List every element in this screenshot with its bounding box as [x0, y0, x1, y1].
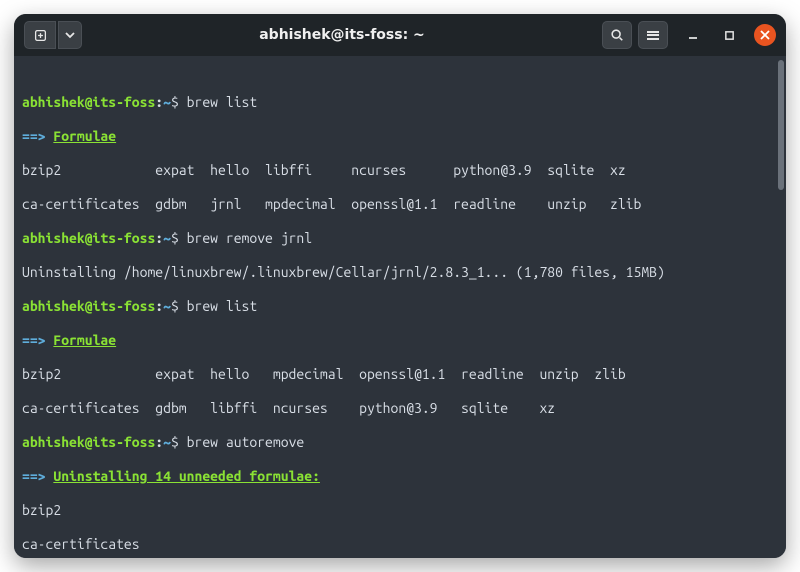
minimize-icon [687, 29, 699, 41]
unneeded-item: bzip2 [22, 502, 778, 519]
window-controls [682, 24, 776, 46]
prompt-line: abhishek@its-foss:~$ brew autoremove [22, 434, 778, 451]
menu-button[interactable] [638, 21, 668, 49]
search-icon [610, 28, 624, 42]
formula-list-row: bzip2 expat hello mpdecimal openssl@1.1 … [22, 366, 778, 383]
command-text: brew remove jrnl [187, 230, 312, 246]
new-tab-button[interactable] [24, 21, 56, 49]
section-heading: ==> Formulae [22, 128, 778, 145]
titlebar-right-controls [602, 21, 776, 49]
formula-list-row: bzip2 expat hello libffi ncurses python@… [22, 162, 778, 179]
scrollbar[interactable] [778, 60, 784, 190]
formula-list-row: ca-certificates gdbm libffi ncurses pyth… [22, 400, 778, 417]
output-line: Uninstalling /home/linuxbrew/.linuxbrew/… [22, 264, 778, 281]
command-text: brew list [187, 94, 258, 110]
prompt-line: abhishek@its-foss:~$ brew list [22, 94, 778, 111]
prompt-line: abhishek@its-foss:~$ brew list [22, 298, 778, 315]
window-title: abhishek@its-foss: ~ [90, 27, 594, 43]
tab-menu-dropdown[interactable] [58, 21, 82, 49]
search-button[interactable] [602, 21, 632, 49]
titlebar-left-controls [24, 21, 82, 49]
maximize-icon [724, 30, 735, 41]
terminal-window: abhishek@its-foss: ~ [14, 14, 786, 558]
section-heading: ==> Uninstalling 14 unneeded formulae: [22, 468, 778, 485]
titlebar: abhishek@its-foss: ~ [14, 14, 786, 56]
command-text: brew list [187, 298, 258, 314]
new-tab-icon [34, 29, 47, 42]
chevron-down-icon [65, 30, 75, 40]
close-button[interactable] [754, 24, 776, 46]
close-icon [760, 30, 770, 40]
prompt-line: abhishek@its-foss:~$ brew remove jrnl [22, 230, 778, 247]
prompt-user: abhishek@its-foss [22, 94, 155, 110]
hamburger-icon [647, 29, 659, 41]
section-heading: ==> Formulae [22, 332, 778, 349]
formula-list-row: ca-certificates gdbm jrnl mpdecimal open… [22, 196, 778, 213]
command-text: brew autoremove [187, 434, 305, 450]
terminal-output[interactable]: abhishek@its-foss:~$ brew list ==> Formu… [14, 56, 786, 558]
minimize-button[interactable] [682, 24, 704, 46]
maximize-button[interactable] [718, 24, 740, 46]
prompt-path: ~ [163, 94, 171, 110]
unneeded-item: ca-certificates [22, 536, 778, 553]
